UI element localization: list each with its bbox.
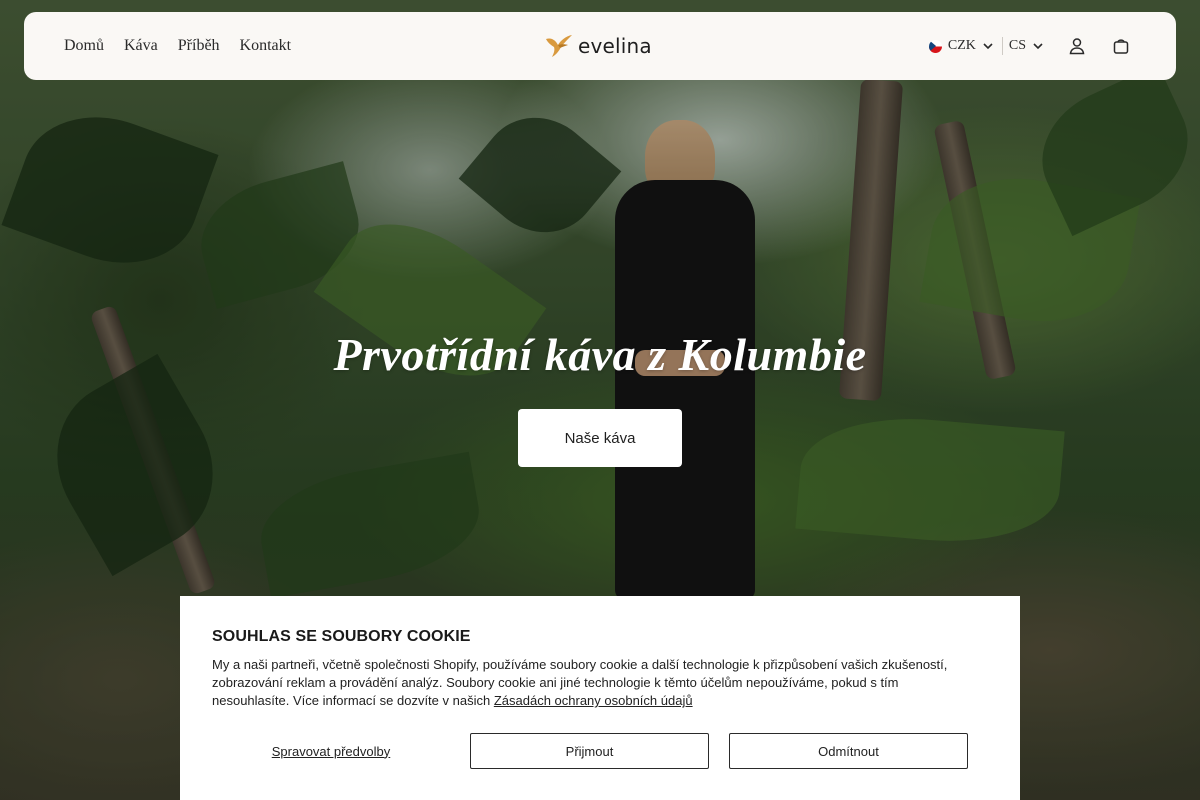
logo-text: evelina <box>578 34 652 58</box>
manage-preferences-link[interactable]: Spravovat předvolby <box>212 733 450 769</box>
chevron-down-icon <box>983 43 993 50</box>
nav-item-coffee[interactable]: Káva <box>124 37 158 55</box>
main-nav: Domů Káva Příběh Kontakt <box>64 12 291 80</box>
decline-button[interactable]: Odmítnout <box>729 733 968 769</box>
user-icon <box>1069 38 1085 55</box>
czech-flag-icon <box>928 39 942 53</box>
site-header: Domů Káva Příběh Kontakt evelina CZK CS <box>24 12 1176 80</box>
language-label: CS <box>1008 38 1026 53</box>
cookie-banner-title: SOUHLAS SE SOUBORY COOKIE <box>212 628 471 645</box>
cookie-banner-text: My a naši partneři, včetně společnosti S… <box>212 656 972 710</box>
chevron-down-icon <box>1033 43 1043 50</box>
currency-selector[interactable]: CZK <box>928 38 994 54</box>
divider <box>1001 37 1003 55</box>
currency-label: CZK <box>947 38 976 53</box>
cart-button[interactable] <box>1110 35 1132 57</box>
header-tools: CZK CS <box>928 12 1132 80</box>
shopping-bag-icon <box>1113 39 1129 54</box>
site-logo[interactable]: evelina <box>544 12 652 80</box>
account-button[interactable] <box>1066 35 1088 57</box>
nav-item-home[interactable]: Domů <box>64 37 104 55</box>
accept-button[interactable]: Přijmout <box>470 733 709 769</box>
hummingbird-logo-icon <box>546 35 572 57</box>
cookie-banner: SOUHLAS SE SOUBORY COOKIE My a naši part… <box>180 596 1020 800</box>
cookie-actions: Spravovat předvolby Přijmout Odmítnout <box>212 733 968 769</box>
nav-item-contact[interactable]: Kontakt <box>240 37 292 55</box>
language-selector[interactable]: CS <box>1009 38 1044 54</box>
our-coffee-button[interactable]: Naše káva <box>518 409 682 467</box>
privacy-policy-link[interactable]: Zásadách ochrany osobních údajů <box>494 693 693 708</box>
hero-title: Prvotřídní káva z Kolumbie <box>333 329 867 380</box>
nav-item-story[interactable]: Příběh <box>178 37 220 55</box>
